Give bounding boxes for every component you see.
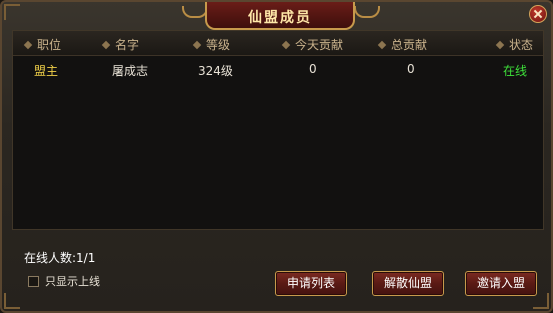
diamond-icon xyxy=(192,40,202,50)
member-level: 324级 xyxy=(198,64,233,78)
column-header-role[interactable]: 职位 xyxy=(23,36,62,53)
member-name: 屠成志 xyxy=(112,64,149,78)
column-header-name[interactable]: 名字 xyxy=(101,36,140,53)
corner-ornament xyxy=(4,293,20,309)
title-ornament xyxy=(354,6,380,18)
diamond-icon xyxy=(377,40,387,50)
column-header-label: 今天贡献 xyxy=(295,38,344,52)
window-title-plaque: 仙盟成员 xyxy=(205,2,355,30)
apply-list-button[interactable]: 申请列表 xyxy=(275,271,347,296)
online-count: 在线人数:1/1 xyxy=(24,251,96,265)
show-online-only-checkbox[interactable] xyxy=(28,275,39,287)
column-header-today-contribution[interactable]: 今天贡献 xyxy=(281,36,344,53)
diamond-icon xyxy=(495,40,505,50)
guild-members-window: 仙盟成员 职位 名字 等级 今天贡献 总贡献 状态 盟主 屠成志 324级 0 … xyxy=(0,0,553,313)
diamond-icon xyxy=(23,40,33,50)
show-online-only-toggle[interactable]: 只显示上线 xyxy=(28,274,100,288)
column-header-label: 职位 xyxy=(37,38,62,52)
show-online-only-label: 只显示上线 xyxy=(45,275,100,288)
member-role: 盟主 xyxy=(34,64,59,78)
column-header-label: 等级 xyxy=(206,38,231,52)
column-header-level[interactable]: 等级 xyxy=(192,36,231,53)
column-header-label: 状态 xyxy=(509,38,534,52)
column-header-label: 总贡献 xyxy=(391,38,428,52)
close-icon[interactable] xyxy=(529,5,547,23)
diamond-icon xyxy=(281,40,291,50)
window-title: 仙盟成员 xyxy=(248,10,312,26)
table-row[interactable]: 盟主 屠成志 324级 0 0 在线 xyxy=(13,58,543,80)
invite-member-button[interactable]: 邀请入盟 xyxy=(465,271,537,296)
column-header-label: 名字 xyxy=(115,38,140,52)
member-total-contribution: 0 xyxy=(407,62,415,76)
corner-ornament xyxy=(4,4,20,20)
column-header-total-contribution[interactable]: 总贡献 xyxy=(377,36,428,53)
member-today-contribution: 0 xyxy=(309,62,317,76)
column-header-status[interactable]: 状态 xyxy=(495,36,534,53)
diamond-icon xyxy=(101,40,111,50)
member-status: 在线 xyxy=(503,64,528,78)
member-table: 职位 名字 等级 今天贡献 总贡献 状态 盟主 屠成志 324级 0 0 在线 xyxy=(12,30,544,230)
disband-guild-button[interactable]: 解散仙盟 xyxy=(372,271,444,296)
table-header: 职位 名字 等级 今天贡献 总贡献 状态 xyxy=(13,31,543,56)
